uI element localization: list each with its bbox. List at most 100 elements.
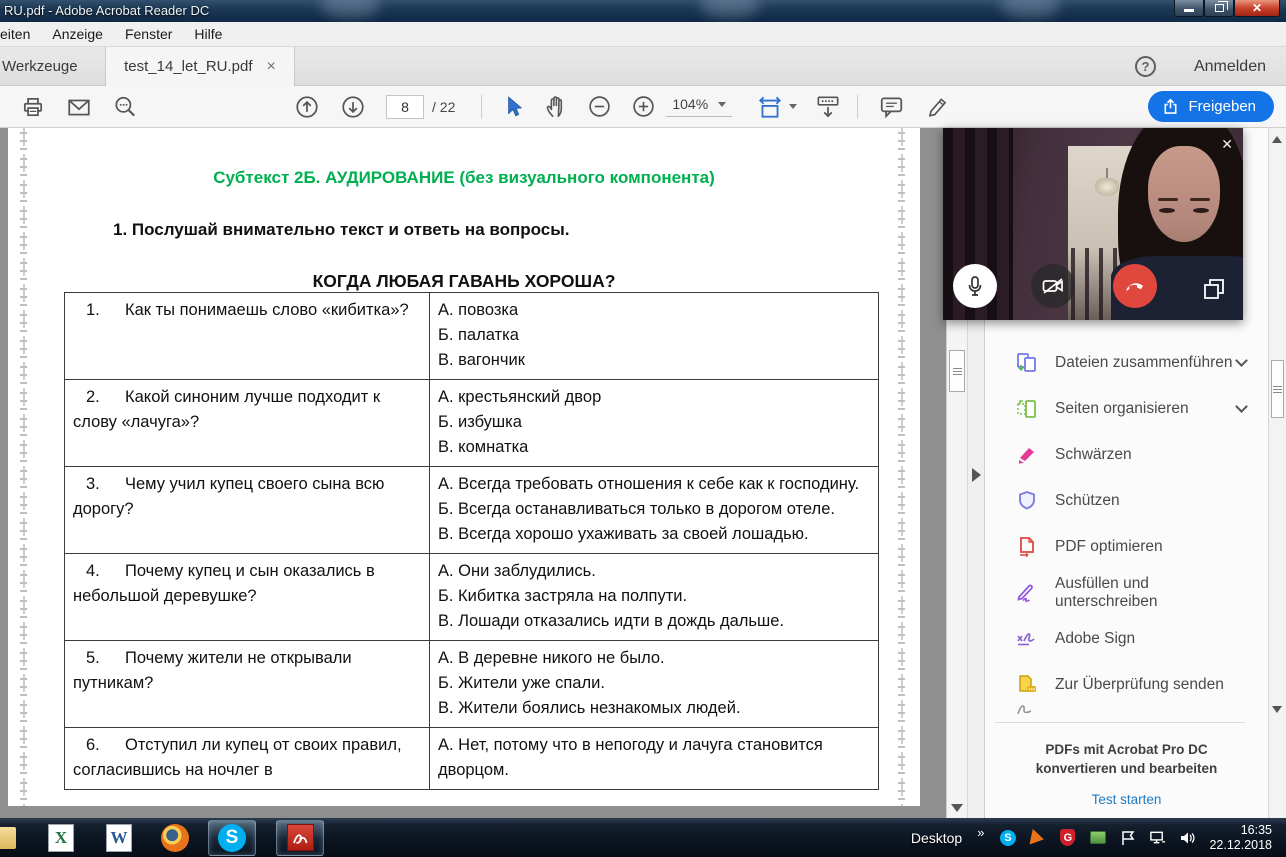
answer-option: Б. Кибитка застряла на полпути. [438,584,870,609]
sidebar-item-clipped[interactable] [1015,702,1215,716]
comment-button[interactable] [874,91,908,123]
shield-icon [1015,490,1039,512]
titlebar-reflection [700,0,760,18]
answers-cell: А. повозка Б. палатка В. вагончик [430,293,879,380]
scroll-down-arrow-icon[interactable] [1272,706,1282,713]
chevron-down-icon [718,102,726,107]
zoom-in-button[interactable] [626,91,660,123]
sidebar-scrollbar[interactable] [1268,128,1286,818]
hand-tool-button[interactable] [538,91,572,123]
sidebar-item-dateien-zusammenfuehren[interactable]: Dateien zusammenführen [985,340,1268,386]
sidebar-item-label: Ausfüllen und unterschreiben [1055,575,1246,611]
windows-taskbar: X W S Desktop » S G 16:35 22.12.2018 [0,818,1286,857]
sidebar-item-label: Zur Überprüfung senden [1055,676,1224,694]
zoom-out-button[interactable] [582,91,616,123]
page-display-button[interactable] [811,91,845,123]
question-cell: 5.Почему жители не открывали путникам? [65,641,430,728]
sidebar-item-adobe-sign[interactable]: Adobe Sign [985,616,1268,662]
sidebar-item-schuetzen[interactable]: Schützen [985,478,1268,524]
microphone-button[interactable] [953,264,997,308]
tray-skype-icon[interactable]: S [999,829,1016,846]
tray-overflow-chevron[interactable]: » [977,825,984,840]
acrobat-pro-promo: PDFs mit Acrobat Pro DC konvertieren und… [985,740,1268,809]
fit-width-button[interactable] [756,91,797,123]
menu-item-bearbeiten[interactable]: eiten [0,26,30,42]
minus-circle-icon [587,94,612,119]
sign-in-link[interactable]: Anmelden [1194,58,1266,76]
sidebar-scrollbar-thumb[interactable] [1271,360,1284,418]
camera-off-button[interactable] [1031,264,1075,308]
sidebar-item-pdf-optimieren[interactable]: PDF optimieren [985,524,1268,570]
answer-option: В. вагончик [438,348,870,373]
menu-item-anzeige[interactable]: Anzeige [52,26,103,42]
tab-werkzeuge[interactable]: Werkzeuge [0,47,92,86]
close-button[interactable]: ✕ [1234,0,1280,17]
highlight-button[interactable] [920,91,954,123]
previous-page-button[interactable] [290,91,324,123]
question-cell: 2.Какой синоним лучше подходит к слову «… [65,380,430,467]
tray-antivirus-shield-icon[interactable]: G [1059,829,1076,846]
tray-volume-icon[interactable] [1179,829,1196,846]
taskbar-clock[interactable]: 16:35 22.12.2018 [1209,823,1276,853]
answers-cell: А. Нет, потому что в непогоду и лачуга с… [430,728,879,790]
tab-close-icon[interactable]: × [267,58,276,76]
zoom-level-value: 104% [672,96,708,112]
promo-text-line1: PDFs mit Acrobat Pro DC [985,740,1268,759]
answer-option: Б. палатка [438,323,870,348]
menu-item-hilfe[interactable]: Hilfe [194,26,222,42]
tray-app-green-icon[interactable] [1089,829,1106,846]
select-tool-button[interactable] [496,91,530,123]
answer-option: Б. избушка [438,410,870,435]
panel-collapse-arrow-icon[interactable] [972,468,981,482]
taskbar-skype-button[interactable]: S [208,820,256,856]
share-button[interactable]: Freigeben [1148,91,1274,122]
taskbar-excel-button[interactable]: X [44,822,78,854]
tray-network-icon[interactable] [1149,829,1166,846]
excel-icon: X [48,824,74,852]
taskbar-word-button[interactable]: W [102,822,136,854]
table-row: 2.Какой синоним лучше подходит к слову «… [65,380,879,467]
tray-app-icon[interactable] [1029,829,1046,846]
minimize-button[interactable] [1174,0,1204,17]
titlebar-reflection [320,0,380,18]
video-call-window[interactable]: ✕ [943,128,1243,320]
arrow-down-circle-icon [340,94,366,120]
print-button[interactable] [16,91,50,123]
hang-up-button[interactable] [1113,264,1157,308]
help-icon[interactable]: ? [1135,56,1156,77]
restore-button[interactable] [1204,0,1234,17]
organize-pages-icon [1015,398,1039,420]
sidebar-item-seiten-organisieren[interactable]: Seiten organisieren [985,386,1268,432]
chevron-down-icon[interactable] [1235,354,1248,367]
start-trial-link[interactable]: Test starten [1092,792,1162,807]
scroll-down-arrow-icon[interactable] [951,804,963,812]
page-number-input[interactable] [386,95,424,119]
question-number: 6. [73,733,125,758]
search-button[interactable] [108,91,142,123]
next-page-button[interactable] [336,91,370,123]
tray-flag-icon[interactable] [1119,829,1136,846]
pdf-page: Субтекст 2Б. АУДИРОВАНИЕ (без визуальног… [8,128,920,806]
titlebar-reflection [1000,0,1060,18]
zoom-level-select[interactable]: 104% [666,96,732,117]
scroll-up-arrow-icon[interactable] [1272,136,1282,143]
taskbar-firefox-button[interactable] [158,822,192,854]
tab-document[interactable]: test_14_let_RU.pdf × [105,47,295,86]
window-title: RU.pdf - Adobe Acrobat Reader DC [4,3,209,18]
answer-option: В. Жители боялись незнакомых людей. [438,696,870,721]
taskbar-acrobat-button[interactable] [276,820,324,856]
pop-out-icon[interactable] [1201,276,1227,302]
chevron-down-icon[interactable] [1235,400,1248,413]
pointer-icon [502,95,524,119]
question-cell: 4.Почему купец и сын оказались в небольш… [65,554,430,641]
document-scrollbar-thumb[interactable] [949,350,965,392]
menu-item-fenster[interactable]: Fenster [125,26,172,42]
sidebar-item-ausfuellen-unterschreiben[interactable]: Ausfüllen und unterschreiben [985,570,1268,616]
hang-up-phone-icon [1123,274,1147,298]
video-close-icon[interactable]: ✕ [1221,136,1233,153]
promo-divider [995,722,1245,723]
sidebar-item-schwaerzen[interactable]: Schwärzen [985,432,1268,478]
desktop-toolbar-label[interactable]: Desktop [911,830,962,846]
taskbar-file-explorer-button[interactable] [0,822,18,854]
email-button[interactable] [62,91,96,123]
